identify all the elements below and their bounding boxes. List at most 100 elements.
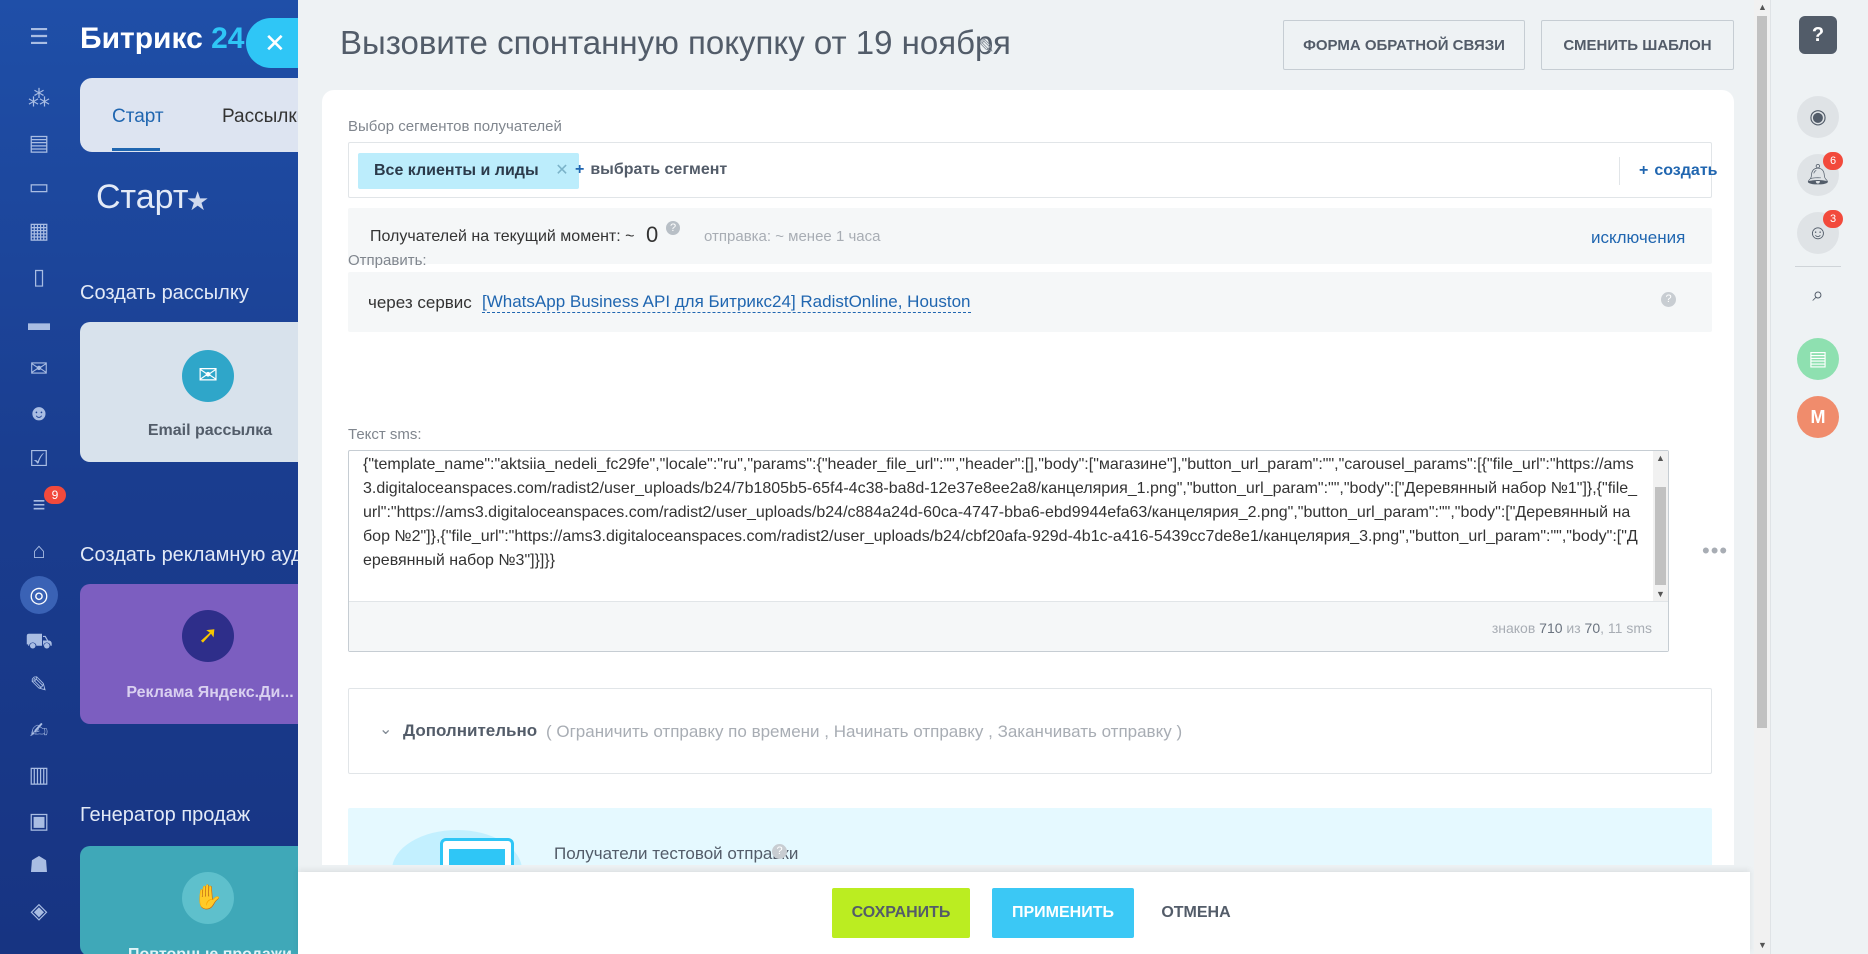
menu-checklist-icon[interactable]: ☑	[24, 444, 54, 474]
additional-settings[interactable]: ⌄ Дополнительно ( Ограничить отправку по…	[348, 688, 1712, 774]
scroll-thumb[interactable]	[1655, 487, 1666, 585]
exclusions-link[interactable]: исключения	[1591, 228, 1685, 248]
handshake-icon: ✋	[182, 872, 234, 924]
divider	[1795, 266, 1841, 267]
save-button[interactable]: СОХРАНИТЬ	[832, 888, 970, 938]
feedback-form-button[interactable]: ФОРМА ОБРАТНОЙ СВЯЗИ	[1283, 20, 1525, 70]
bottom-action-bar: СОХРАНИТЬ ПРИМЕНИТЬ ОТМЕНА	[298, 872, 1750, 954]
menu-calendar-icon[interactable]: ▦	[24, 216, 54, 246]
cancel-button[interactable]: ОТМЕНА	[1156, 888, 1236, 938]
tab-start[interactable]: Старт	[112, 106, 164, 128]
panel-scrollbar[interactable]: ▲ ▼	[1754, 0, 1770, 954]
scroll-up-icon[interactable]: ▲	[1758, 2, 1767, 12]
notifications-badge: 6	[1823, 152, 1843, 170]
page-heading: Старт	[96, 178, 189, 216]
menu-badge: 9	[44, 486, 66, 504]
plus-icon: +	[1639, 162, 1649, 179]
change-template-button[interactable]: СМЕНИТЬ ШАБЛОН	[1541, 20, 1734, 70]
card-repeat-sales[interactable]: ✋ Повторные продажи	[80, 846, 320, 954]
menu-burger-icon[interactable]: ☰	[24, 22, 54, 52]
help-icon[interactable]: ?	[772, 844, 787, 859]
menu-tasks-icon[interactable]: ▤	[24, 128, 54, 158]
recipients-label: Получателей на текущий момент: ~	[370, 228, 635, 245]
pencil-icon[interactable]: ✎	[978, 34, 995, 59]
email-icon: ✉	[182, 350, 234, 402]
help-icon[interactable]: ?	[666, 221, 680, 235]
menu-documents-icon[interactable]: ▯	[24, 262, 54, 292]
service-link[interactable]: [WhatsApp Business API для Битрикс24] Ra…	[482, 292, 971, 313]
send-label: Отправить:	[348, 252, 427, 269]
send-via-box: через сервис [WhatsApp Business API для …	[348, 272, 1712, 332]
phone-icon	[440, 838, 514, 865]
chat-badge: 3	[1823, 210, 1843, 228]
menu-cart-icon[interactable]: ⛟	[24, 626, 54, 656]
scroll-down-icon[interactable]: ▼	[1656, 589, 1665, 599]
test-recipients-label: Получатели тестовой отправки	[554, 844, 799, 863]
apply-button[interactable]: ПРИМЕНИТЬ	[992, 888, 1134, 938]
plus-icon: +	[575, 161, 585, 178]
recipients-count: 0	[646, 222, 659, 247]
star-icon[interactable]: ★	[186, 186, 209, 217]
more-icon[interactable]: •••	[1702, 538, 1728, 564]
select-segment-link[interactable]: + выбрать сегмент	[575, 161, 727, 179]
send-via-label: через сервис	[368, 293, 472, 312]
help-icon[interactable]: ?	[1799, 16, 1837, 54]
menu-sign-icon[interactable]: ✍	[24, 716, 54, 746]
section-create-mailing: Создать рассылку	[80, 282, 249, 304]
sms-scrollbar[interactable]: ▲ ▼	[1653, 451, 1668, 601]
section-create-audience: Создать рекламную ауд	[80, 544, 303, 566]
avatar[interactable]: M	[1797, 396, 1839, 438]
app-icon[interactable]: ▤	[1797, 338, 1839, 380]
menu-chat-icon[interactable]: ▭	[24, 172, 54, 202]
create-segment-link[interactable]: + создать	[1639, 162, 1717, 180]
segments-label: Выбор сегментов получателей	[348, 118, 562, 135]
mailing-editor-slider: Вызовите спонтанную покупку от 19 ноября…	[298, 0, 1770, 954]
card-email[interactable]: ✉ Email рассылка	[80, 322, 320, 462]
sms-text-label: Текст sms:	[348, 426, 422, 443]
menu-shop-icon[interactable]: ⌂	[24, 536, 54, 566]
menu-reports-icon[interactable]: ▥	[24, 760, 54, 790]
help-icon[interactable]: ?	[1661, 292, 1676, 307]
page-title: Вызовите спонтанную покупку от 19 ноября	[340, 24, 1011, 61]
segments-selector: Все клиенты и лиды ✕ + выбрать сегмент + с…	[348, 142, 1717, 198]
send-eta: отправка: ~ менее 1 часа	[704, 228, 881, 245]
card-yandex[interactable]: ➚ Реклама Яндекс.Ди...	[80, 584, 320, 724]
sms-footer: знаков 710 из 70, 11 sms	[349, 601, 1668, 651]
menu-mail-icon[interactable]: ✉	[24, 354, 54, 384]
menu-feed-icon[interactable]: ⁂	[24, 84, 54, 114]
scroll-down-icon[interactable]: ▼	[1758, 940, 1767, 950]
remove-segment-icon[interactable]: ✕	[555, 153, 568, 189]
sms-textarea[interactable]: {"template_name":"aktsiia_nedeli_fc29fe"…	[349, 451, 1653, 601]
scroll-up-icon[interactable]: ▲	[1656, 453, 1665, 463]
recipients-info: Получателей на текущий момент: ~ 0 ? отп…	[348, 208, 1712, 264]
sms-char-counter: знаков 710 из 70, 11 sms	[1491, 620, 1652, 636]
menu-contacts-icon[interactable]: ☻	[24, 398, 54, 428]
menu-box-icon[interactable]: ◈	[24, 896, 54, 926]
menu-card-icon[interactable]: ▣	[24, 806, 54, 836]
section-sales-generator: Генератор продаж	[80, 804, 251, 826]
target-icon[interactable]: ◉	[1797, 96, 1839, 138]
tab-active-underline	[112, 148, 160, 151]
additional-title: Дополнительно	[403, 721, 538, 740]
menu-drive-icon[interactable]: ▬	[24, 308, 54, 338]
additional-options: ( Ограничить отправку по времени , Начин…	[546, 722, 1183, 741]
bitrix-logo: Битрикс 24	[80, 22, 245, 55]
menu-robot-icon[interactable]: ☗	[24, 850, 54, 880]
divider	[1619, 157, 1620, 185]
sms-editor: {"template_name":"aktsiia_nedeli_fc29fe"…	[348, 450, 1669, 652]
tab-mailings[interactable]: Рассылки	[222, 106, 307, 128]
right-toolbar: ? ◉ 🔔︎ 6 ☺ 3 ⌕ ▤ M	[1770, 0, 1868, 954]
chevron-down-icon: ⌄	[379, 721, 393, 738]
search-icon[interactable]: ⌕	[1797, 274, 1839, 316]
editor-content: Выбор сегментов получателей Все клиенты …	[322, 90, 1734, 865]
menu-edit-icon[interactable]: ✎	[24, 670, 54, 700]
bg-tabs: Старт Рассылки	[80, 78, 320, 152]
scroll-thumb[interactable]	[1757, 16, 1767, 728]
yandex-icon: ➚	[182, 610, 234, 662]
segment-chip[interactable]: Все клиенты и лиды ✕	[358, 153, 579, 189]
test-send-box: Получатели тестовой отправки ?	[348, 808, 1712, 865]
left-menu: ☰ ⁂ ▤ ▭ ▦ ▯ ▬ ✉ ☻ ☑ ≡ 9 ⌂ ◎ ⛟ ✎ ✍ ▥ ▣ ☗ …	[0, 0, 78, 954]
menu-marketing-icon[interactable]: ◎	[20, 576, 58, 614]
segment-chip-label: Все клиенты и лиды	[374, 162, 539, 179]
close-icon: ✕	[264, 28, 286, 58]
